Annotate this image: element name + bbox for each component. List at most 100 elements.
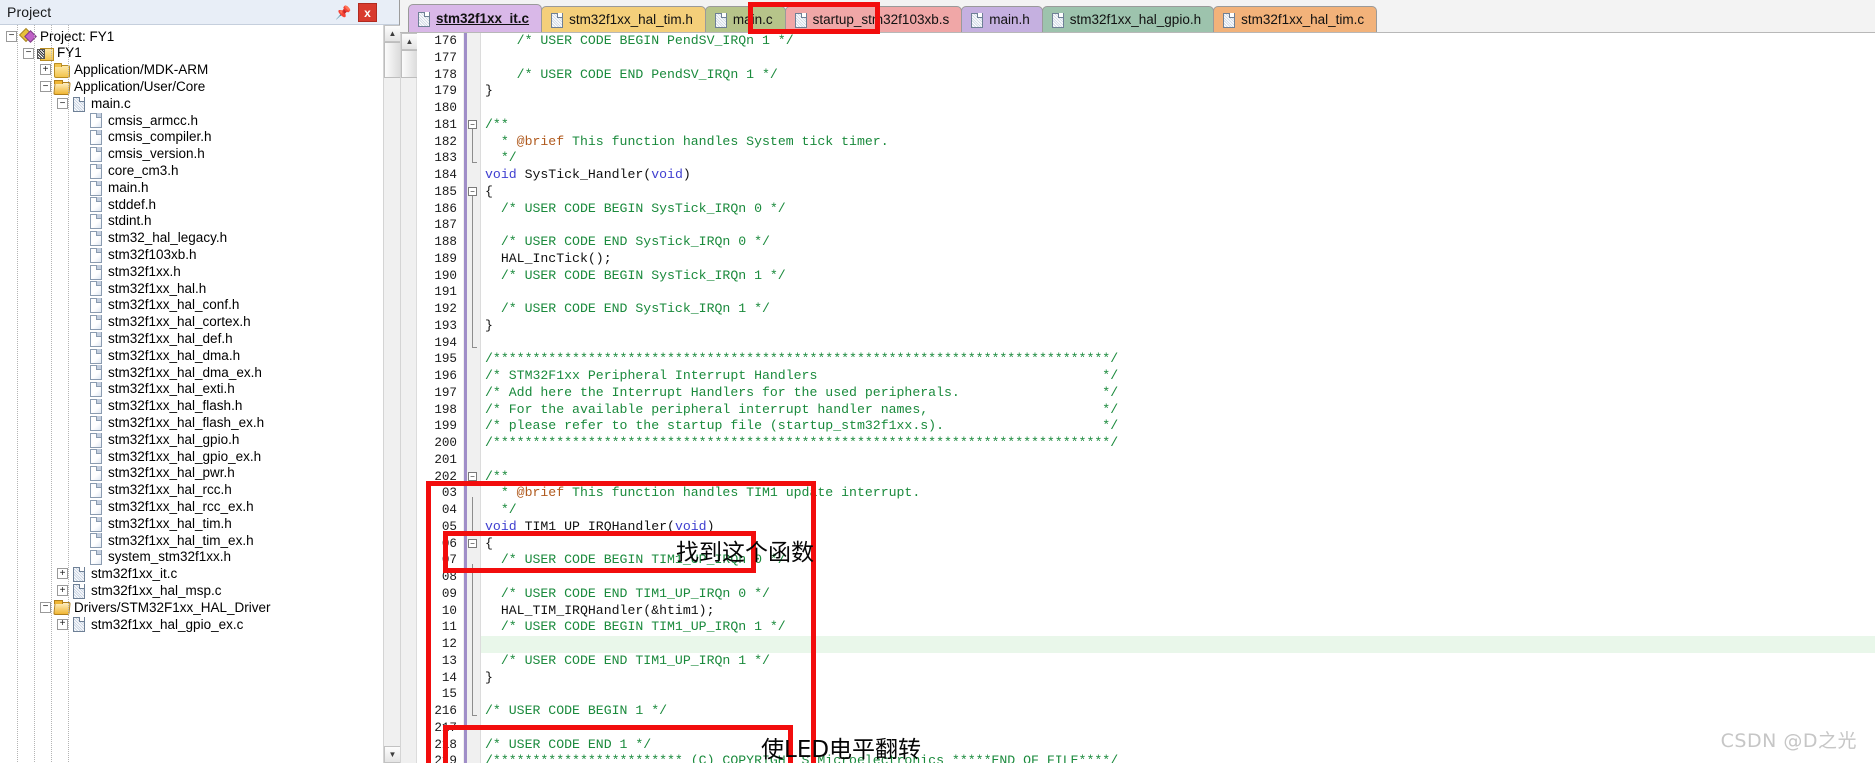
tree-item[interactable]: stdint.h: [0, 213, 383, 230]
code-line[interactable]: /* USER CODE END PendSV_IRQn 1 */: [481, 67, 1875, 84]
collapse-icon[interactable]: −: [23, 47, 34, 59]
close-icon[interactable]: x: [358, 3, 377, 22]
code-line[interactable]: [481, 217, 1875, 234]
editor-tab[interactable]: main.h: [961, 6, 1043, 32]
tree-item[interactable]: + stm32f1xx_it.c: [0, 566, 383, 583]
fold-collapse-icon[interactable]: −: [468, 119, 477, 129]
tree-item[interactable]: − Project: FY1: [0, 28, 383, 45]
code-line[interactable]: /***************************************…: [481, 351, 1875, 368]
editor-fold-column[interactable]: − − − −: [463, 33, 481, 763]
editor-scroll-up-icon[interactable]: ▲: [401, 33, 418, 50]
collapse-icon[interactable]: −: [57, 98, 68, 110]
fold-collapse-icon[interactable]: −: [468, 471, 477, 481]
editor-tab[interactable]: stm32f1xx_hal_tim.h: [541, 6, 706, 32]
tree-item[interactable]: stm32f1xx_hal_dma_ex.h: [0, 364, 383, 381]
tree-item[interactable]: + Application/MDK-ARM: [0, 62, 383, 79]
collapse-icon[interactable]: −: [40, 601, 51, 613]
code-line[interactable]: /* USER CODE BEGIN 1 */: [481, 703, 1875, 720]
code-line[interactable]: /* USER CODE END TIM1_UP_IRQn 0 */: [481, 586, 1875, 603]
code-line[interactable]: }: [481, 670, 1875, 687]
code-line[interactable]: */: [481, 150, 1875, 167]
editor-tab[interactable]: stm32f1xx_hal_gpio.h: [1041, 6, 1215, 32]
code-line[interactable]: void SysTick_Handler(void): [481, 167, 1875, 184]
editor-vertical-scrollbar[interactable]: ▲: [400, 33, 418, 763]
code-line[interactable]: [481, 100, 1875, 117]
tree-item[interactable]: cmsis_version.h: [0, 146, 383, 163]
tree-item[interactable]: − FY1: [0, 45, 383, 62]
scroll-down-arrow-icon[interactable]: ▼: [384, 746, 401, 763]
expand-icon[interactable]: +: [57, 568, 68, 580]
code-line[interactable]: /***************************************…: [481, 435, 1875, 452]
code-line[interactable]: }: [481, 318, 1875, 335]
tree-item[interactable]: stm32f1xx_hal_cortex.h: [0, 314, 383, 331]
tree-item[interactable]: stm32f1xx_hal_rcc_ex.h: [0, 498, 383, 515]
code-line[interactable]: [481, 452, 1875, 469]
tree-item[interactable]: stm32f1xx_hal_def.h: [0, 330, 383, 347]
tree-item[interactable]: stm32f103xb.h: [0, 246, 383, 263]
code-line[interactable]: * @brief This function handles TIM1 upda…: [481, 485, 1875, 502]
tree-item[interactable]: stm32f1xx_hal_flash_ex.h: [0, 414, 383, 431]
code-line[interactable]: /* USER CODE BEGIN SysTick_IRQn 0 */: [481, 201, 1875, 218]
collapse-icon[interactable]: −: [40, 81, 51, 93]
expand-icon[interactable]: +: [57, 618, 68, 630]
editor-code-area[interactable]: /* USER CODE BEGIN PendSV_IRQn 1 */ /* U…: [481, 33, 1875, 763]
tree-item[interactable]: system_stm32f1xx.h: [0, 549, 383, 566]
project-tree-scrollbar[interactable]: ▲ ▼: [383, 25, 401, 763]
tree-item[interactable]: stm32f1xx_hal_gpio.h: [0, 431, 383, 448]
code-line[interactable]: * @brief This function handles System ti…: [481, 134, 1875, 151]
tree-item[interactable]: stm32_hal_legacy.h: [0, 230, 383, 247]
code-line[interactable]: {: [481, 184, 1875, 201]
scroll-up-arrow-icon[interactable]: ▲: [384, 25, 401, 42]
code-line[interactable]: /* Add here the Interrupt Handlers for t…: [481, 385, 1875, 402]
code-line[interactable]: /**: [481, 117, 1875, 134]
collapse-icon[interactable]: −: [6, 30, 17, 42]
fold-collapse-icon[interactable]: −: [468, 186, 477, 196]
tree-item[interactable]: stm32f1xx.h: [0, 263, 383, 280]
code-line[interactable]: HAL_IncTick();: [481, 251, 1875, 268]
code-line[interactable]: */: [481, 502, 1875, 519]
tree-item[interactable]: − main.c: [0, 95, 383, 112]
code-line[interactable]: /* USER CODE END SysTick_IRQn 0 */: [481, 234, 1875, 251]
project-tree[interactable]: − Project: FY1− FY1 + Application/MDK-ARM − Ap…: [0, 25, 383, 763]
code-line[interactable]: /**: [481, 469, 1875, 486]
fold-collapse-icon[interactable]: −: [468, 538, 477, 548]
tree-item[interactable]: core_cm3.h: [0, 162, 383, 179]
code-line[interactable]: /* please refer to the startup file (sta…: [481, 418, 1875, 435]
tree-item[interactable]: − Application/User/Core: [0, 78, 383, 95]
editor-tab[interactable]: stm32f1xx_it.c: [408, 4, 543, 32]
tree-item[interactable]: stm32f1xx_hal_rcc.h: [0, 482, 383, 499]
code-line[interactable]: /* STM32F1xx Peripheral Interrupt Handle…: [481, 368, 1875, 385]
tree-item[interactable]: stm32f1xx_hal_exti.h: [0, 381, 383, 398]
tree-item[interactable]: stm32f1xx_hal_pwr.h: [0, 465, 383, 482]
tree-item[interactable]: stm32f1xx_hal_conf.h: [0, 297, 383, 314]
code-line[interactable]: HAL_TIM_IRQHandler(&htim1);: [481, 603, 1875, 620]
tree-item[interactable]: + stm32f1xx_hal_gpio_ex.c: [0, 616, 383, 633]
code-line[interactable]: /* For the available peripheral interrup…: [481, 402, 1875, 419]
code-line[interactable]: /* USER CODE BEGIN TIM1_UP_IRQn 1 */: [481, 619, 1875, 636]
tree-item[interactable]: stm32f1xx_hal.h: [0, 280, 383, 297]
code-line[interactable]: [481, 50, 1875, 67]
code-line[interactable]: /* USER CODE BEGIN PendSV_IRQn 1 */: [481, 33, 1875, 50]
code-line[interactable]: [481, 569, 1875, 586]
editor-tab[interactable]: startup_stm32f103xb.s: [784, 6, 963, 32]
scroll-thumb[interactable]: [384, 42, 401, 78]
tree-item[interactable]: stddef.h: [0, 196, 383, 213]
code-line[interactable]: /* USER CODE END TIM1_UP_IRQn 1 */: [481, 653, 1875, 670]
tree-item[interactable]: stm32f1xx_hal_flash.h: [0, 398, 383, 415]
code-line[interactable]: [481, 720, 1875, 737]
code-line[interactable]: [481, 686, 1875, 703]
expand-icon[interactable]: +: [57, 585, 68, 597]
expand-icon[interactable]: +: [40, 64, 51, 76]
code-line[interactable]: [481, 284, 1875, 301]
tree-item[interactable]: stm32f1xx_hal_tim_ex.h: [0, 532, 383, 549]
tree-item[interactable]: stm32f1xx_hal_tim.h: [0, 515, 383, 532]
code-line[interactable]: /* USER CODE END 1 */: [481, 737, 1875, 754]
code-line[interactable]: /************************ (C) COPYRIGHT …: [481, 753, 1875, 763]
tree-item[interactable]: stm32f1xx_hal_gpio_ex.h: [0, 448, 383, 465]
tree-item[interactable]: + stm32f1xx_hal_msp.c: [0, 582, 383, 599]
tree-item[interactable]: cmsis_armcc.h: [0, 112, 383, 129]
tree-item[interactable]: cmsis_compiler.h: [0, 129, 383, 146]
code-line[interactable]: [481, 335, 1875, 352]
code-line[interactable]: /* USER CODE BEGIN SysTick_IRQn 1 */: [481, 268, 1875, 285]
editor-tabstrip[interactable]: stm32f1xx_it.c stm32f1xx_hal_tim.h main.c s…: [400, 0, 1875, 33]
